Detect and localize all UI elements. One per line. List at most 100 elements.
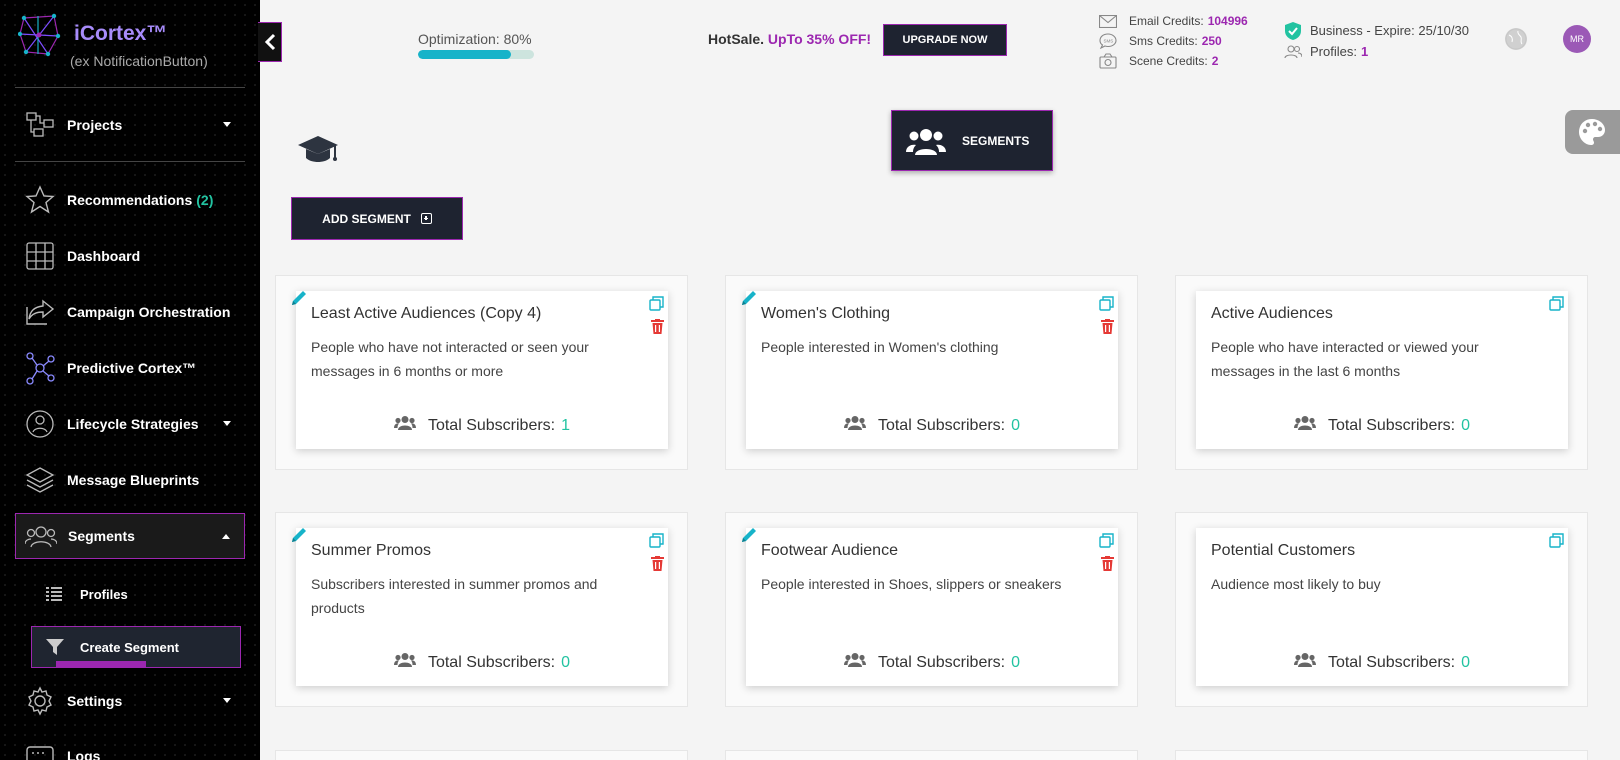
segment-card-body[interactable]: Potential Customers Audience most likely … [1196,528,1568,686]
add-segment-button[interactable]: ADD SEGMENT [291,197,463,240]
users-icon [393,415,416,436]
pencil-icon[interactable] [740,526,758,549]
segments-header: SEGMENTS [891,110,1053,171]
credit-value: 104996 [1207,14,1248,28]
segment-total: Total Subscribers: 0 [746,415,1118,436]
credits-panel: Email Credits: 104996 SMS Sms Credits: 2… [1097,11,1248,71]
palette-icon [1579,119,1605,145]
total-label: Total Subscribers: [877,653,1006,671]
sidebar-item-segments[interactable]: Segments [15,513,245,559]
promo-highlight: UpTo 35% OFF! [767,31,872,47]
copy-icon[interactable] [1549,296,1564,316]
users-icon [24,519,58,553]
copy-icon[interactable] [1549,533,1564,553]
credit-value: 250 [1201,34,1222,48]
svg-text:SMS: SMS [1104,39,1114,44]
sms-icon: SMS [1097,33,1119,49]
plus-square-icon [420,213,432,224]
sidebar-item-label: Logs [67,748,101,760]
segments-title: SEGMENTS [962,133,1030,148]
segment-card-partial [1175,750,1588,760]
pencil-icon[interactable] [290,526,308,549]
sidebar-item-lifecycle-strategies[interactable]: Lifecycle Strategies [15,401,245,447]
avatar[interactable]: MR [1563,25,1591,53]
chevron-down-icon [223,698,231,703]
segment-card-body[interactable]: Active Audiences People who have interact… [1196,291,1568,449]
segment-card: Least Active Audiences (Copy 4) People wh… [275,275,688,470]
segment-description: Audience most likely to buy [1211,576,1381,592]
sidebar-item-logs[interactable]: Logs [15,733,245,760]
segment-card-partial [725,750,1138,760]
plan-panel: Business - Expire: 25/10/30 Profiles: 1 [1284,20,1469,62]
total-value: 0 [1011,416,1021,434]
total-label: Total Subscribers: [427,416,556,434]
segment-card-body[interactable]: Women's Clothing People interested in Wom… [742,291,1118,449]
sidebar-subitem-create-segment[interactable]: Create Segment [31,626,241,668]
total-value: 0 [1461,653,1471,671]
globe-icon[interactable] [1505,28,1527,50]
credit-label: Email Credits: [1129,14,1204,28]
graduation-cap-icon[interactable] [297,134,339,166]
segment-title: Active Audiences [1211,305,1333,322]
copy-icon[interactable] [1099,533,1114,553]
segment-description: Subscribers interested in summer promos … [311,576,598,616]
total-value: 0 [1011,653,1021,671]
segment-description: People who have not interacted or seen y… [311,339,589,379]
sidebar-item-projects[interactable]: Projects [15,102,245,148]
segment-card: Potential Customers Audience most likely … [1175,512,1588,707]
star-icon [23,183,57,217]
segment-description: People interested in Women's clothing [761,339,999,355]
total-label: Total Subscribers: [427,653,556,671]
trash-icon[interactable] [651,319,664,339]
sidebar-item-campaign-orchestration[interactable]: Campaign Orchestration [15,289,245,335]
segment-card-body[interactable]: Least Active Audiences (Copy 4) People wh… [292,291,668,449]
promo-banner: HotSale. UpTo 35% OFF! [708,31,871,47]
upgrade-now-button[interactable]: UPGRADE NOW [883,24,1007,56]
users-icon [1284,43,1302,61]
brand-subtitle: (ex NotificationButton) [70,53,208,69]
sidebar-subitem-label: Profiles [80,586,128,602]
pencil-icon[interactable] [740,289,758,312]
mail-icon [1097,13,1119,29]
trash-icon[interactable] [651,556,664,576]
total-label: Total Subscribers: [1327,653,1456,671]
sidebar-item-label: Dashboard [67,248,141,264]
plan-text: Business - Expire: 25/10/30 [1310,23,1469,38]
pencil-icon[interactable] [290,289,308,312]
gear-icon [23,684,57,718]
users-icon [1293,415,1316,436]
segment-card-body[interactable]: Footwear Audience People interested in Sh… [742,528,1118,686]
theme-palette-button[interactable] [1565,110,1620,154]
sidebar-subitem-profiles[interactable]: Profiles [40,573,250,615]
sidebar-item-label: Predictive Cortex™ [67,360,197,376]
copy-icon[interactable] [649,533,664,553]
sidebar-subitem-label: Create Segment [80,639,179,655]
total-label: Total Subscribers: [877,416,1006,434]
segment-total: Total Subscribers: 1 [296,415,668,436]
plan-expiry: Business - Expire: 25/10/30 [1284,20,1469,41]
segment-total: Total Subscribers: 0 [746,652,1118,673]
sidebar-item-dashboard[interactable]: Dashboard [15,233,245,279]
logs-icon [23,739,57,760]
segment-card-body[interactable]: Summer Promos Subscribers interested in s… [292,528,668,686]
copy-icon[interactable] [649,296,664,316]
sidebar-collapse-button[interactable] [258,22,282,62]
segment-total: Total Subscribers: 0 [1196,652,1568,673]
brand[interactable]: iCortex™ (ex NotificationButton) [18,10,248,80]
profiles-label: Profiles: [1310,44,1357,59]
sidebar-item-recommendations[interactable]: Recommendations (2) [15,177,245,223]
users-icon [393,652,416,673]
sidebar-item-settings[interactable]: Settings [15,678,245,724]
share-icon [23,295,57,329]
trash-icon[interactable] [1101,319,1114,339]
recommendations-count: (2) [196,192,214,208]
trash-icon[interactable] [1101,556,1114,576]
segment-title: Summer Promos [311,542,432,559]
sidebar-item-predictive-cortex[interactable]: Predictive Cortex™ [15,345,245,391]
sidebar-item-message-blueprints[interactable]: Message Blueprints [15,457,245,503]
copy-icon[interactable] [1099,296,1114,316]
sidebar-item-label: Message Blueprints [67,472,200,488]
sidebar-item-label: Settings [67,693,123,709]
sidebar-divider [15,161,245,162]
segment-description: People who have interacted or viewed you… [1211,339,1479,379]
